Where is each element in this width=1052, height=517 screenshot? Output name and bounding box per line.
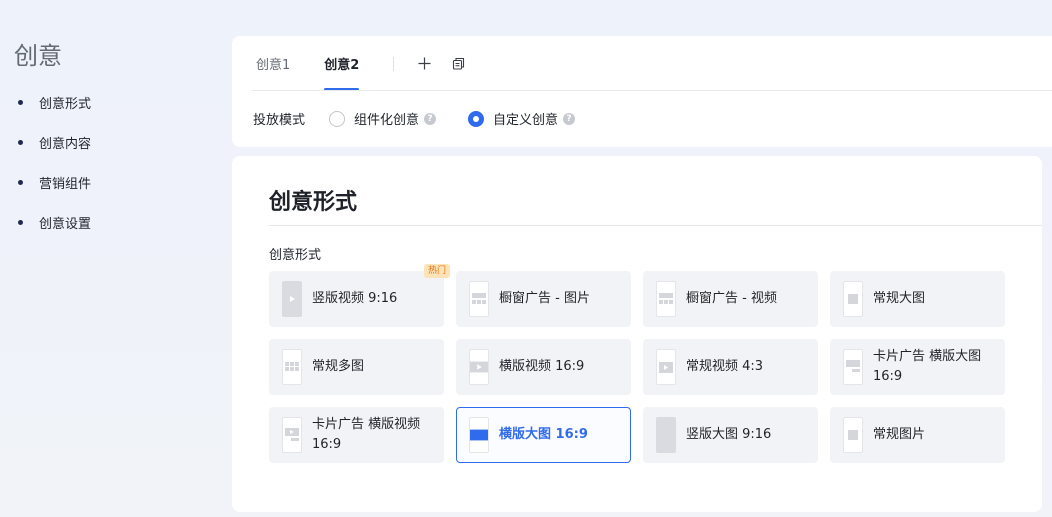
sidebar-item-label: 创意形式 — [39, 96, 92, 112]
sidebar-item-label: 创意设置 — [39, 216, 92, 232]
card-image-thumb-icon — [843, 349, 863, 385]
format-option-regular-video[interactable]: 常规视频 4:3 — [643, 339, 818, 395]
sidebar-item-content[interactable]: 创意内容 — [14, 132, 91, 152]
hot-badge: 热门 — [423, 264, 450, 278]
question-circle-icon[interactable]: ? — [424, 112, 437, 125]
multi-image-thumb-icon — [282, 349, 302, 385]
radio-custom-creative[interactable]: 自定义创意 ? — [468, 109, 576, 128]
format-label: 横版大图 16:9 — [499, 427, 588, 442]
sidebar-item-label: 创意内容 — [39, 136, 92, 152]
bullet-icon — [18, 219, 23, 225]
sidebar-item-marketing[interactable]: 营销组件 — [14, 172, 91, 192]
sidebar-nav: 创意形式 创意内容 营销组件 创意设置 — [14, 92, 91, 252]
bullet-icon — [18, 99, 23, 105]
sidebar-item-format[interactable]: 创意形式 — [14, 92, 91, 112]
creative-tabs-card: 创意1 创意2 投放模式 组件化创意 ? 自定义创意 ? — [232, 36, 1052, 147]
divider — [252, 90, 1052, 91]
format-option-vertical-large-image[interactable]: 竖版大图 9:16 — [643, 407, 818, 463]
format-option-horizontal-video[interactable]: 横版视频 16:9 — [456, 339, 631, 395]
sidebar-item-settings[interactable]: 创意设置 — [14, 212, 91, 232]
question-circle-icon[interactable]: ? — [563, 112, 576, 125]
showcase-image-thumb-icon — [469, 281, 489, 317]
large-image-thumb-icon — [843, 281, 863, 317]
field-label: 创意形式 — [269, 248, 322, 263]
creative-format-card: 创意形式 创意形式 竖版视频 9:16 热门 橱窗广告 - 图片 橱窗广告 - … — [232, 156, 1042, 512]
format-option-horizontal-large-image[interactable]: 横版大图 16:9 — [456, 407, 631, 463]
showcase-video-thumb-icon — [656, 281, 676, 317]
radio-label: 自定义创意 — [493, 113, 559, 128]
creative-tabs: 创意1 创意2 — [256, 36, 484, 91]
format-label: 常规图片 — [873, 427, 926, 442]
radio-label: 组件化创意 — [354, 113, 420, 128]
regular-video-thumb-icon — [656, 349, 676, 385]
sidebar-title: 创意 — [14, 42, 62, 70]
format-option-regular-image[interactable]: 常规图片 — [830, 407, 1005, 463]
format-label: 常规视频 4:3 — [686, 359, 764, 374]
bullet-icon — [18, 179, 23, 185]
delivery-mode-label: 投放模式 — [253, 113, 306, 128]
section-title: 创意形式 — [269, 190, 358, 215]
format-label: 卡片广告 横版大图 16:9 — [873, 349, 982, 384]
copy-icon[interactable] — [450, 56, 466, 72]
format-label: 橱窗广告 - 图片 — [499, 291, 590, 306]
format-label: 常规大图 — [873, 291, 926, 306]
radio-unchecked-icon — [329, 110, 346, 127]
format-label: 竖版大图 9:16 — [686, 427, 772, 442]
format-option-showcase-video[interactable]: 橱窗广告 - 视频 — [643, 271, 818, 327]
format-label: 卡片广告 横版视频 16:9 — [312, 417, 421, 452]
format-option-card-large-image[interactable]: 卡片广告 横版大图 16:9 — [830, 339, 1005, 395]
format-label: 横版视频 16:9 — [499, 359, 585, 374]
radio-checked-icon — [468, 110, 485, 127]
format-option-vertical-video[interactable]: 竖版视频 9:16 热门 — [269, 264, 450, 327]
format-label: 常规多图 — [312, 359, 365, 374]
tab-creative-2[interactable]: 创意2 — [324, 36, 360, 91]
bullet-icon — [18, 139, 23, 145]
radio-component-creative[interactable]: 组件化创意 ? — [329, 109, 437, 128]
format-option-showcase-image[interactable]: 橱窗广告 - 图片 — [456, 271, 631, 327]
plus-icon[interactable] — [416, 56, 432, 72]
format-label: 竖版视频 9:16 — [312, 291, 398, 306]
card-video-thumb-icon — [282, 417, 302, 453]
horizontal-image-thumb-icon — [469, 417, 489, 453]
tab-creative-1[interactable]: 创意1 — [256, 36, 290, 91]
format-option-regular-multi-image[interactable]: 常规多图 — [269, 339, 444, 395]
format-grid: 竖版视频 9:16 热门 橱窗广告 - 图片 橱窗广告 - 视频 常规大图 常规… — [269, 264, 1009, 471]
regular-image-thumb-icon — [843, 417, 863, 453]
delivery-mode-row: 投放模式 组件化创意 ? 自定义创意 ? — [253, 109, 607, 128]
vertical-video-thumb-icon — [282, 281, 302, 317]
tab-divider — [393, 56, 395, 71]
format-option-card-horizontal-video[interactable]: 卡片广告 横版视频 16:9 — [269, 407, 444, 463]
horizontal-video-thumb-icon — [469, 349, 489, 385]
format-label: 橱窗广告 - 视频 — [686, 291, 777, 306]
divider — [269, 225, 1042, 226]
format-option-regular-large-image[interactable]: 常规大图 — [830, 271, 1005, 327]
vertical-image-thumb-icon — [656, 417, 676, 453]
sidebar-item-label: 营销组件 — [39, 176, 92, 192]
